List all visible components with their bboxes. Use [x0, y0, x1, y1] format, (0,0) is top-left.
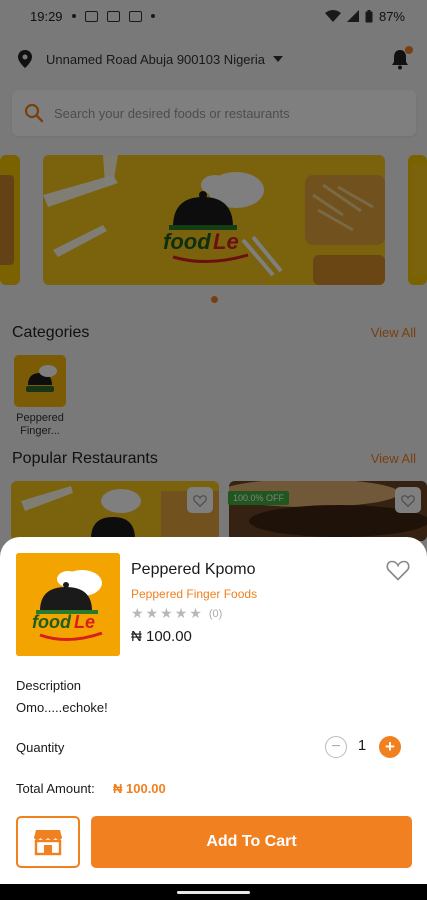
- product-name: Peppered Kpomo: [131, 561, 256, 578]
- quantity-label: Quantity: [16, 740, 65, 755]
- product-logo-text: food: [32, 612, 72, 632]
- star-icon: ★: [160, 605, 173, 621]
- system-nav-bar: [0, 884, 427, 900]
- total-amount-value: ₦ 100.00: [113, 781, 166, 796]
- add-to-cart-button[interactable]: Add To Cart: [91, 816, 412, 868]
- star-icon: ★: [189, 605, 202, 621]
- screen: 19:29 87% Unnamed Road Abuja 900103 Nige…: [0, 0, 427, 900]
- rating-count: (0): [208, 607, 223, 620]
- description-label: Description: [16, 678, 82, 693]
- description-text: Omo.....echoke!: [16, 700, 108, 715]
- product-bottom-sheet: food Le Peppered Kpomo Peppered Finger F…: [0, 537, 427, 887]
- star-icon: ★: [131, 605, 144, 621]
- decrement-button[interactable]: −: [325, 736, 347, 758]
- product-restaurant[interactable]: Peppered Finger Foods: [131, 587, 257, 601]
- product-image: food Le: [16, 553, 120, 656]
- total-amount-label: Total Amount:: [16, 781, 95, 796]
- product-price: ₦ 100.00: [131, 628, 192, 645]
- product-logo-text-b: Le: [74, 612, 95, 632]
- plus-icon: +: [385, 737, 395, 756]
- store-button[interactable]: [16, 816, 80, 868]
- star-icon: ★: [145, 605, 159, 621]
- minus-icon: −: [331, 738, 341, 755]
- star-icon: ★: [174, 605, 188, 621]
- product-logo: food Le: [16, 553, 120, 656]
- increment-button[interactable]: +: [379, 736, 401, 758]
- home-gesture-handle[interactable]: [177, 891, 250, 894]
- rating-stars: ★ ★ ★ ★ ★ (0): [131, 605, 222, 622]
- heart-outline-icon[interactable]: [386, 559, 410, 581]
- quantity-value: 1: [357, 737, 367, 754]
- store-icon: [34, 830, 62, 856]
